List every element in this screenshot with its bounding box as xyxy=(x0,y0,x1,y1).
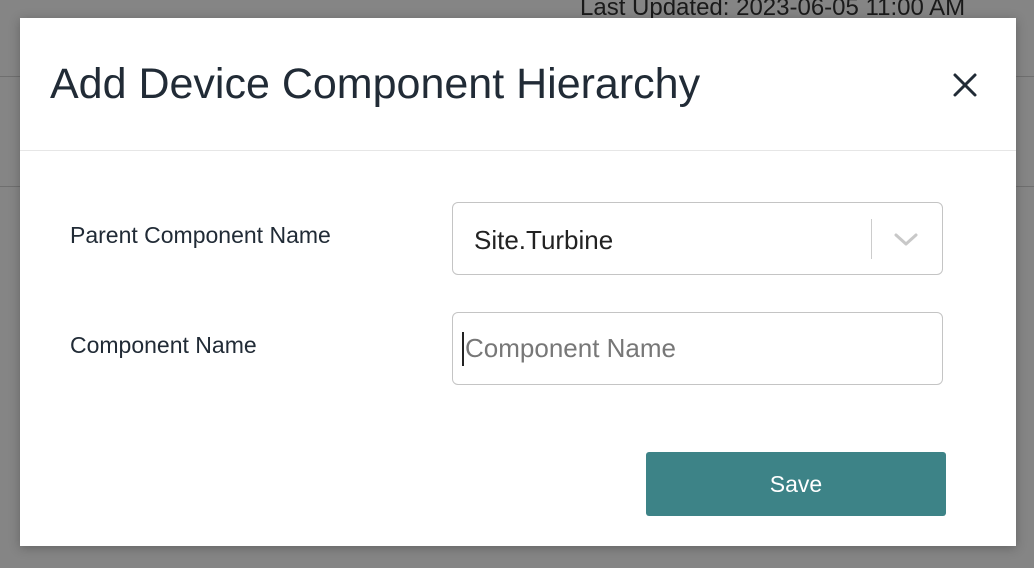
chevron-down-icon[interactable] xyxy=(893,229,919,249)
close-icon xyxy=(953,73,977,97)
component-name-label: Component Name xyxy=(70,332,257,358)
add-component-modal: Add Device Component Hierarchy Parent Co… xyxy=(20,18,1016,546)
modal-title: Add Device Component Hierarchy xyxy=(50,60,701,108)
select-separator xyxy=(871,219,872,259)
parent-component-selected-value: Site.Turbine xyxy=(474,225,614,255)
component-name-input[interactable] xyxy=(452,312,943,385)
save-button[interactable]: Save xyxy=(646,452,946,516)
parent-component-select[interactable]: Site.Turbine xyxy=(452,202,943,275)
parent-component-label: Parent Component Name xyxy=(70,222,331,248)
close-button[interactable] xyxy=(948,68,982,102)
text-caret xyxy=(462,332,464,366)
modal-header: Add Device Component Hierarchy xyxy=(20,18,1016,151)
